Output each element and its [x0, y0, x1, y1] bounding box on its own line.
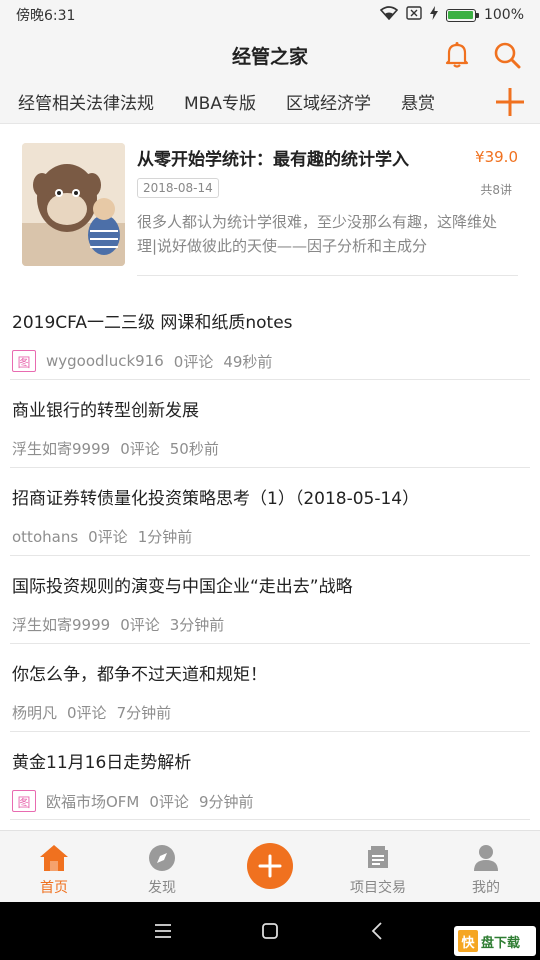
- nav-item-discover[interactable]: 发现: [108, 831, 216, 902]
- compass-icon: [147, 843, 177, 873]
- article-title: 你怎么争，都争不过天道和规矩！: [12, 665, 267, 685]
- sim-off-icon: [406, 6, 422, 24]
- home-button-icon[interactable]: [250, 911, 290, 951]
- article-author: 浮生如寄9999: [12, 616, 111, 634]
- battery-percent: 100%: [483, 7, 524, 23]
- nav-label: 项目交易: [350, 880, 406, 896]
- category-item[interactable]: 悬赏: [401, 89, 435, 114]
- category-bar: 经管相关法律法规 MBA专版 区域经济学 悬赏: [0, 80, 540, 124]
- article-comments: 0评论: [173, 352, 214, 371]
- article-list: 2019CFA一二三级 网课和纸质notes 图 wygoodluck916 0…: [0, 292, 540, 820]
- list-item[interactable]: 你怎么争，都争不过天道和规矩！ 杨明凡 0评论 7分钟前: [0, 644, 540, 732]
- article-comments: 0评论: [67, 704, 107, 722]
- list-item[interactable]: 招商证券转债量化投资策略思考（1）（2018-05-14） ottohans 0…: [0, 468, 540, 556]
- article-title: 黄金11月16日走势解析: [12, 753, 192, 773]
- watermark-badge: 快: [458, 930, 478, 952]
- divider: [10, 819, 530, 820]
- article-meta: 图 wygoodluck916 0评论 49秒前: [12, 350, 272, 372]
- nav-label: 我的: [472, 880, 500, 896]
- nav-item-projects[interactable]: 项目交易: [324, 831, 432, 902]
- watermark-text: 盘下载: [481, 935, 521, 951]
- category-list: 经管相关法律法规 MBA专版 区域经济学 悬赏: [0, 89, 465, 114]
- article-author: 杨明凡: [12, 704, 58, 722]
- battery-level: [448, 11, 474, 19]
- article-meta: 浮生如寄9999 0评论 3分钟前: [12, 614, 224, 635]
- charging-icon: [429, 6, 438, 24]
- add-category-button[interactable]: [492, 84, 528, 120]
- battery-icon: [445, 8, 479, 22]
- article-time: 9分钟前: [198, 792, 254, 811]
- user-icon: [471, 843, 501, 873]
- image-tag-badge: 图: [12, 790, 36, 812]
- search-icon[interactable]: [492, 40, 522, 70]
- article-title: 招商证券转债量化投资策略思考（1）（2018-05-14）: [12, 489, 420, 509]
- article-meta: 浮生如寄9999 0评论 50秒前: [12, 438, 219, 459]
- status-bar: 傍晚6:31 100%: [0, 0, 540, 30]
- nav-label: 首页: [40, 880, 68, 896]
- article-comments: 0评论: [88, 528, 128, 546]
- wifi-icon: [379, 6, 399, 24]
- article-time: 7分钟前: [116, 704, 172, 722]
- article-time: 49秒前: [223, 352, 273, 371]
- divider: [137, 275, 518, 276]
- article-author: ottohans: [12, 527, 79, 546]
- featured-course-card[interactable]: 从零开始学统计：最有趣的统计学入 ¥39.0 2018-08-14 共8讲 很多…: [0, 124, 540, 284]
- bottom-nav: 首页 发现 项目交易 我的: [0, 830, 540, 902]
- home-icon: [39, 843, 69, 873]
- course-title: 从零开始学统计：最有趣的统计学入: [137, 150, 409, 170]
- nav-item-profile[interactable]: 我的: [432, 831, 540, 902]
- article-meta: 杨明凡 0评论 7分钟前: [12, 702, 171, 723]
- status-icons: 100%: [379, 6, 524, 24]
- article-comments: 0评论: [149, 792, 189, 811]
- article-time: 1分钟前: [137, 528, 193, 546]
- article-title: 商业银行的转型创新发展: [12, 401, 199, 421]
- category-item[interactable]: 区域经济学: [286, 89, 371, 114]
- article-meta: ottohans 0评论 1分钟前: [12, 526, 192, 547]
- nav-item-home[interactable]: 首页: [0, 831, 108, 902]
- article-title: 2019CFA一二三级 网课和纸质notes: [12, 313, 293, 333]
- header-actions: [442, 40, 522, 70]
- article-author: 欧福市场OFM: [46, 792, 140, 811]
- course-date: 2018-08-14: [137, 178, 219, 198]
- document-icon: [363, 843, 393, 873]
- category-item[interactable]: 经管相关法律法规: [18, 89, 154, 114]
- plus-fab-icon: [247, 843, 293, 889]
- nav-label: 发现: [148, 880, 176, 896]
- watermark-logo: 快 盘下载: [454, 926, 536, 956]
- article-time: 3分钟前: [169, 616, 225, 634]
- back-icon[interactable]: [357, 911, 397, 951]
- article-title: 国际投资规则的演变与中国企业“走出去”战略: [12, 577, 353, 597]
- article-author: wygoodluck916: [46, 352, 164, 370]
- course-thumbnail: [22, 143, 125, 266]
- app-header: 经管之家: [0, 30, 540, 80]
- system-nav-bar: 快 盘下载: [0, 902, 540, 960]
- nav-item-publish[interactable]: [216, 831, 324, 902]
- image-tag-badge: 图: [12, 350, 36, 372]
- article-meta: 图 欧福市场OFM 0评论 9分钟前: [12, 790, 253, 812]
- plus-icon: [496, 88, 524, 116]
- bell-icon[interactable]: [442, 40, 472, 70]
- list-item[interactable]: 商业银行的转型创新发展 浮生如寄9999 0评论 50秒前: [0, 380, 540, 468]
- article-comments: 0评论: [120, 440, 160, 458]
- course-description: 很多人都认为统计学很难，至少没那么有趣，这降维处理|说好做彼此的天使——因子分析…: [137, 213, 498, 255]
- article-author: 浮生如寄9999: [12, 440, 111, 458]
- article-comments: 0评论: [120, 616, 160, 634]
- course-price: ¥39.0: [475, 148, 518, 166]
- menu-icon[interactable]: [143, 911, 183, 951]
- list-item[interactable]: 2019CFA一二三级 网课和纸质notes 图 wygoodluck916 0…: [0, 292, 540, 380]
- list-item[interactable]: 国际投资规则的演变与中国企业“走出去”战略 浮生如寄9999 0评论 3分钟前: [0, 556, 540, 644]
- category-item[interactable]: MBA专版: [184, 89, 256, 114]
- status-time: 傍晚6:31: [16, 8, 76, 24]
- article-time: 50秒前: [169, 440, 219, 458]
- list-item[interactable]: 黄金11月16日走势解析 图 欧福市场OFM 0评论 9分钟前: [0, 732, 540, 820]
- page-title: 经管之家: [231, 45, 308, 68]
- course-lesson-count: 共8讲: [480, 183, 512, 197]
